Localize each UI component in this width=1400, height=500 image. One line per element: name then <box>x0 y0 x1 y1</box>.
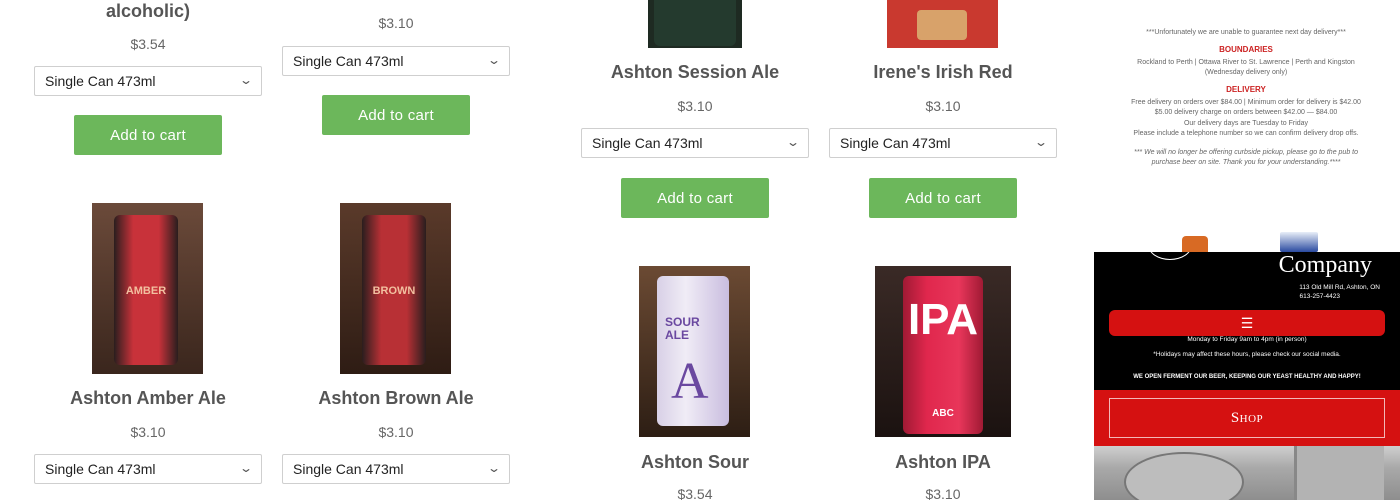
variant-select[interactable]: Single Can 473ml ⌄ <box>829 128 1057 158</box>
delivery-heading: DELIVERY <box>1226 84 1266 94</box>
variant-value: Single Can 473ml <box>45 461 156 477</box>
business-hours: Monday to Friday 9am to 4pm (in person) <box>1187 336 1307 343</box>
add-to-cart-button[interactable]: Add to cart <box>621 178 769 218</box>
variant-select[interactable]: Single Can 473ml ⌄ <box>581 128 809 158</box>
variant-value: Single Can 473ml <box>45 73 156 89</box>
product-name[interactable]: Ashton Amber Ale <box>32 387 264 409</box>
variant-value: Single Can 473ml <box>293 53 404 69</box>
product-name[interactable]: Ashton IPA <box>827 451 1059 473</box>
can: IPA ABC <box>903 276 983 434</box>
product-price: $3.10 <box>130 424 166 440</box>
product-image[interactable]: SOUR ALE A <box>639 266 750 437</box>
can-label: AMBER <box>125 285 167 297</box>
can-label: SOUR ALE <box>665 315 700 342</box>
product-price: $3.54 <box>130 36 166 52</box>
chevron-down-icon: ⌄ <box>238 73 254 87</box>
product-name[interactable]: Ashton Session Ale <box>579 61 811 83</box>
product-name[interactable]: Ashton Brown Ale <box>280 387 512 409</box>
product-image[interactable]: AMBER <box>92 203 203 374</box>
variant-select[interactable]: Single Can 473ml ⌄ <box>34 66 262 96</box>
chevron-down-icon: ⌄ <box>785 135 801 149</box>
can: BROWN <box>362 215 426 365</box>
can: AMBER <box>114 215 178 365</box>
ferment-notice: WE OPEN FERMENT OUR BEER, KEEPING OUR YE… <box>1133 374 1361 380</box>
product-image[interactable]: IPA ABC <box>875 266 1011 437</box>
mobile-header-preview: Company 113 Old Mill Rd, Ashton, ON 613-… <box>1094 252 1400 500</box>
company-name: Company <box>1278 252 1372 278</box>
delivery-info: ***Unfortunately we are unable to guaran… <box>1120 28 1372 169</box>
variant-select[interactable]: Single Can 473ml ⌄ <box>34 454 262 484</box>
brewery-photo <box>1094 446 1400 500</box>
variant-select[interactable]: Single Can 473ml ⌄ <box>282 46 510 76</box>
can <box>917 10 967 40</box>
shop-button[interactable]: Shop <box>1109 398 1385 438</box>
chevron-down-icon: ⌄ <box>486 53 502 67</box>
product-thumb[interactable] <box>1182 236 1208 252</box>
add-to-cart-button[interactable]: Add to cart <box>869 178 1017 218</box>
product-price: $3.10 <box>378 15 414 31</box>
delivery-line: Our delivery days are Tuesday to Friday <box>1183 119 1309 127</box>
can: SOUR ALE A <box>657 276 729 426</box>
boundaries-heading: BOUNDARIES <box>1219 44 1273 54</box>
product-name[interactable]: Ashton Sour <box>579 451 811 473</box>
product-price: $3.10 <box>677 98 713 114</box>
tank <box>1124 452 1244 500</box>
delivery-line: Please include a telephone number so we … <box>1133 130 1359 137</box>
hamburger-icon: ☰ <box>1240 314 1254 331</box>
product-image[interactable] <box>648 0 742 48</box>
chevron-down-icon: ⌄ <box>238 461 254 475</box>
curbside-notice: *** We will no longer be offering curbsi… <box>1133 148 1358 167</box>
can-letter: A <box>671 353 709 410</box>
can-label: IPA <box>907 295 979 344</box>
boundaries-text: Rockland to Perth | Ottawa River to St. … <box>1137 58 1355 77</box>
menu-button[interactable]: ☰ <box>1109 310 1385 336</box>
product-name[interactable]: alcoholic) <box>32 0 264 22</box>
can <box>654 0 736 46</box>
product-price: $3.10 <box>925 98 961 114</box>
logo-icon <box>1148 252 1192 260</box>
chevron-down-icon: ⌄ <box>486 461 502 475</box>
add-to-cart-button[interactable]: Add to cart <box>322 95 470 135</box>
chevron-down-icon: ⌄ <box>1033 135 1049 149</box>
tank <box>1294 446 1384 500</box>
variant-value: Single Can 473ml <box>592 135 703 151</box>
company-phone: 613-257-4423 <box>1299 293 1340 300</box>
can-brand: ABC <box>932 408 954 419</box>
holiday-notice: *Holidays may affect these hours, please… <box>1153 351 1341 358</box>
product-image[interactable]: BROWN <box>340 203 451 374</box>
product-name[interactable]: Irene's Irish Red <box>827 61 1059 83</box>
product-price: $3.54 <box>677 486 713 500</box>
variant-value: Single Can 473ml <box>840 135 951 151</box>
product-image[interactable] <box>887 0 998 48</box>
delivery-line: Free delivery on orders over $84.00 | Mi… <box>1131 98 1361 106</box>
add-to-cart-button[interactable]: Add to cart <box>74 115 222 155</box>
can-label: BROWN <box>372 285 416 297</box>
shop-band: Shop <box>1094 390 1400 446</box>
variant-value: Single Can 473ml <box>293 461 404 477</box>
delivery-notice: ***Unfortunately we are unable to guaran… <box>1146 29 1346 36</box>
product-thumb[interactable] <box>1280 232 1318 252</box>
product-price: $3.10 <box>378 424 414 440</box>
delivery-line: $5.00 delivery charge on orders between … <box>1154 109 1338 116</box>
product-price: $3.10 <box>925 486 961 500</box>
company-address: 113 Old Mill Rd, Ashton, ON <box>1299 284 1380 291</box>
variant-select[interactable]: Single Can 473ml ⌄ <box>282 454 510 484</box>
